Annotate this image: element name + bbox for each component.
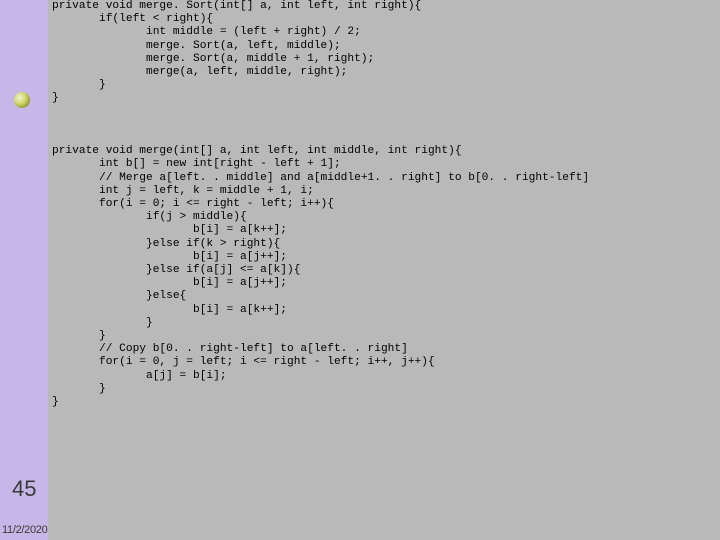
page-number: 45 [12, 476, 36, 502]
code-block: private void merge. Sort(int[] a, int le… [52, 0, 589, 409]
left-accent-bar [0, 0, 48, 540]
code-panel: private void merge. Sort(int[] a, int le… [48, 0, 720, 540]
slide-page: private void merge. Sort(int[] a, int le… [0, 0, 720, 540]
bullet-icon [14, 92, 30, 108]
slide-date: 11/2/2020 [2, 524, 47, 536]
